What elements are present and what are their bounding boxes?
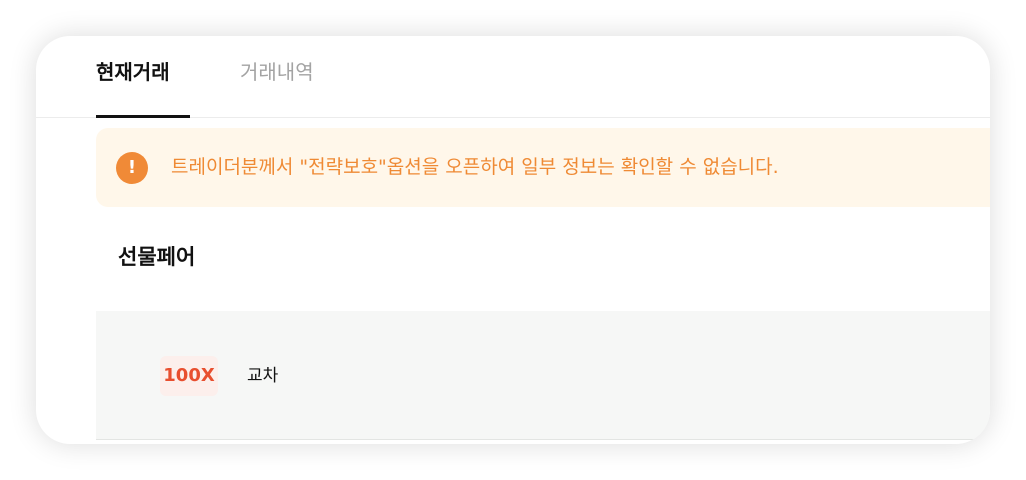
trade-row[interactable]: 100X 교차 bbox=[96, 311, 990, 440]
tab-current-trades[interactable]: 현재거래 bbox=[96, 58, 170, 86]
futures-pair-title: 선물페어 bbox=[118, 245, 196, 269]
tab-trade-history[interactable]: 거래내역 bbox=[240, 58, 314, 86]
margin-mode-label: 교차 bbox=[247, 366, 279, 386]
notice-message: 트레이더분께서 "전략보호"옵션을 오픈하여 일부 정보는 확인할 수 없습니다… bbox=[171, 156, 779, 178]
tab-bar: 현재거래 거래내역 bbox=[36, 36, 990, 118]
active-tab-underline bbox=[96, 115, 190, 118]
strategy-protection-notice: ! 트레이더분께서 "전략보호"옵션을 오픈하여 일부 정보는 확인할 수 없습… bbox=[96, 128, 990, 207]
exclamation-icon: ! bbox=[116, 152, 148, 184]
trade-panel: 현재거래 거래내역 ! 트레이더분께서 "전략보호"옵션을 오픈하여 일부 정보… bbox=[36, 36, 990, 444]
leverage-badge: 100X bbox=[160, 356, 218, 396]
